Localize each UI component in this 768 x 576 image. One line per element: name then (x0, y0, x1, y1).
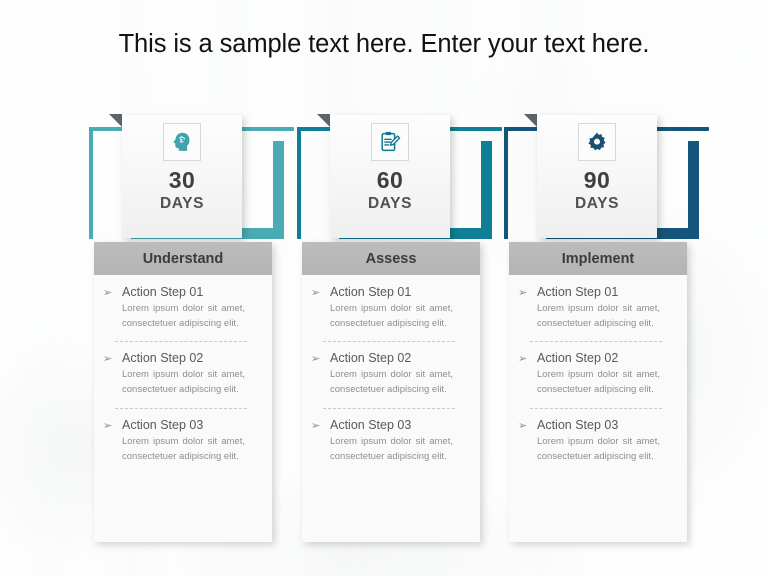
folded-corner (524, 114, 537, 127)
day-label: DAYS (159, 195, 205, 212)
day-number: 30 (168, 167, 196, 193)
step-item: ➢ Action Step 02 Lorem ipsum dolor sit a… (103, 351, 261, 397)
bullet-arrow-icon: ➢ (311, 287, 321, 299)
step-title: Action Step 02 (330, 351, 412, 366)
step-item: ➢ Action Step 02 Lorem ipsum dolor sit a… (518, 351, 676, 397)
bracket-top-right-segment (239, 127, 294, 131)
step-description: Lorem ipsum dolor sit amet, consectetuer… (330, 435, 453, 462)
day-card: 90 DAYS (524, 114, 657, 238)
bullet-arrow-icon: ➢ (518, 353, 528, 366)
step-item: ➢ Action Step 03 Lorem ipsum dolor sit a… (311, 418, 469, 464)
step-description: Lorem ipsum dolor sit amet, consectetuer… (122, 435, 245, 462)
steps-panel: Assess ➢ Action Step 01 Lorem ipsum dolo… (302, 242, 480, 542)
step-divider (323, 407, 455, 409)
bracket-left-bar (504, 127, 508, 239)
day-number: 90 (583, 167, 611, 193)
bullet-arrow-icon: ➢ (518, 419, 528, 432)
step-description: Lorem ipsum dolor sit amet, consectetuer… (330, 369, 453, 396)
step-divider (530, 407, 662, 409)
day-label: DAYS (574, 195, 620, 212)
plan-column-90-days: 90 DAYS Implement ➢ Action Step 01 Lorem… (503, 114, 711, 555)
step-item: ➢ Action Step 01 Lorem ipsum dolor sit a… (103, 285, 261, 331)
folded-corner (317, 114, 330, 127)
step-title: Action Step 03 (537, 417, 619, 432)
bracket-left-bar (89, 127, 93, 239)
step-item: ➢ Action Step 01 Lorem ipsum dolor sit a… (518, 285, 676, 331)
clipboard-pencil-icon (371, 123, 409, 161)
step-description: Lorem ipsum dolor sit amet, consectetuer… (537, 303, 660, 329)
day-card: 30 DAYS (109, 114, 242, 238)
step-title: Action Step 03 (330, 417, 412, 432)
step-item: ➢ Action Step 01 Lorem ipsum dolor sit a… (311, 285, 469, 331)
panel-heading: Understand (94, 242, 272, 275)
step-divider (115, 407, 247, 409)
step-title: Action Step 02 (122, 351, 204, 366)
gear-icon (578, 123, 616, 161)
step-description: Lorem ipsum dolor sit amet, consectetuer… (122, 369, 245, 396)
step-description: Lorem ipsum dolor sit amet, consectetuer… (330, 303, 453, 329)
panel-heading: Implement (509, 242, 687, 275)
steps-panel: Understand ➢ Action Step 01 Lorem ipsum … (94, 242, 272, 542)
bracket-right-bar (481, 141, 492, 239)
step-description: Lorem ipsum dolor sit amet, consectetuer… (122, 303, 245, 329)
bullet-arrow-icon: ➢ (518, 287, 528, 299)
day-number: 60 (376, 167, 404, 193)
bracket-right-bar (273, 141, 284, 239)
plan-column-60-days: 60 DAYS Assess ➢ Action Step 01 Lorem ip… (296, 114, 504, 555)
bracket-top-right-segment (654, 127, 709, 131)
bullet-arrow-icon: ➢ (103, 287, 113, 299)
step-title: Action Step 01 (537, 285, 619, 299)
bullet-arrow-icon: ➢ (103, 419, 113, 432)
step-title: Action Step 03 (122, 417, 204, 432)
day-label: DAYS (367, 195, 413, 212)
step-description: Lorem ipsum dolor sit amet, consectetuer… (537, 369, 660, 396)
step-item: ➢ Action Step 03 Lorem ipsum dolor sit a… (518, 418, 676, 464)
bullet-arrow-icon: ➢ (311, 419, 321, 432)
step-title: Action Step 02 (537, 351, 619, 366)
step-item: ➢ Action Step 02 Lorem ipsum dolor sit a… (311, 351, 469, 397)
step-divider (115, 341, 247, 343)
day-card: 60 DAYS (317, 114, 450, 238)
steps-panel: Implement ➢ Action Step 01 Lorem ipsum d… (509, 242, 687, 542)
head-brain-icon (163, 123, 201, 161)
step-divider (323, 341, 455, 343)
step-description: Lorem ipsum dolor sit amet, consectetuer… (537, 435, 660, 462)
bullet-arrow-icon: ➢ (103, 353, 113, 366)
step-item: ➢ Action Step 03 Lorem ipsum dolor sit a… (103, 418, 261, 464)
step-title: Action Step 01 (330, 285, 412, 299)
bracket-top-right-segment (447, 127, 502, 131)
bullet-arrow-icon: ➢ (311, 353, 321, 366)
folded-corner (109, 114, 122, 127)
bracket-left-bar (297, 127, 301, 239)
panel-heading: Assess (302, 242, 480, 275)
bracket-right-bar (688, 141, 699, 239)
step-title: Action Step 01 (122, 285, 204, 299)
plan-column-30-days: 30 DAYS Understand ➢ Action Step 01 Lore… (88, 114, 296, 555)
page-title: This is a sample text here. Enter your t… (118, 30, 650, 58)
step-divider (530, 341, 662, 343)
